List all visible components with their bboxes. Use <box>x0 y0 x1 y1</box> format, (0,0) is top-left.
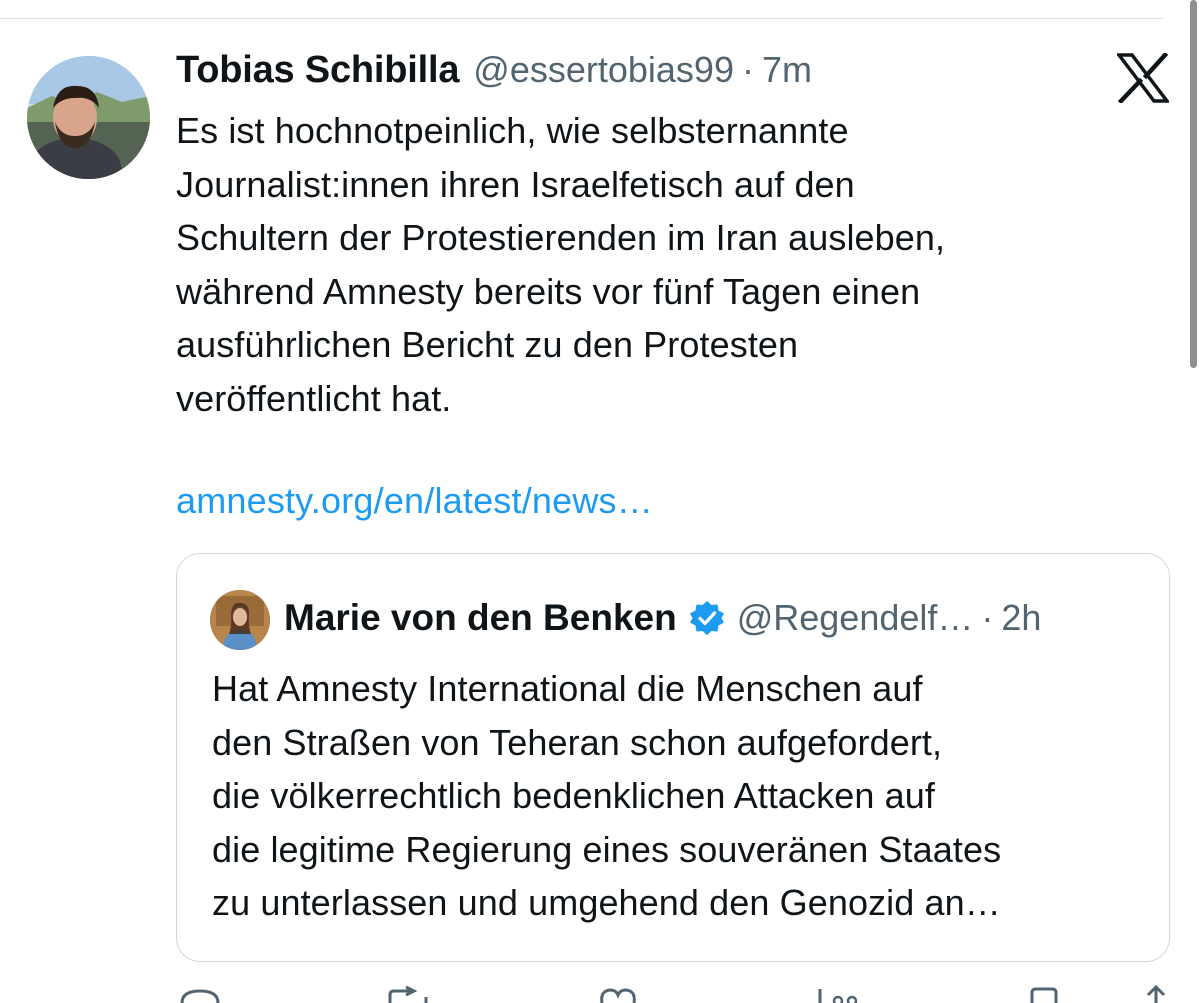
tweet-actions-bar <box>176 985 1176 1003</box>
scrollbar[interactable] <box>1188 0 1200 1003</box>
like-icon[interactable] <box>596 985 640 1003</box>
quoted-tweet-card[interactable]: Marie von den Benken @Regendelf… · 2h Ha… <box>176 553 1170 962</box>
quoted-author-name[interactable]: Marie von den Benken <box>284 597 677 639</box>
views-icon[interactable] <box>812 985 862 1003</box>
tweet-link[interactable]: amnesty.org/en/latest/news… <box>176 480 653 522</box>
tweet-text: Es ist hochnotpeinlich, wie selbsternann… <box>176 110 946 419</box>
reply-icon[interactable] <box>178 985 222 1003</box>
author-avatar-image <box>27 56 150 179</box>
quoted-author-avatar-image <box>210 590 270 650</box>
repost-icon[interactable] <box>384 985 432 1003</box>
bookmark-icon[interactable] <box>1026 985 1062 1003</box>
quoted-tweet-text: Hat Amnesty International die Menschen a… <box>212 668 1002 923</box>
tweet-timestamp[interactable]: 7m <box>762 49 812 91</box>
quoted-tweet-header: Marie von den Benken @Regendelf… · 2h <box>284 592 1041 644</box>
quoted-author-handle[interactable]: @Regendelf… <box>737 597 974 639</box>
author-handle[interactable]: @essertobias99 <box>473 49 734 91</box>
header-separator: · <box>741 49 754 90</box>
share-icon[interactable] <box>1138 985 1174 1003</box>
top-divider <box>0 18 1163 19</box>
quoted-author-avatar[interactable] <box>210 590 270 650</box>
author-name[interactable]: Tobias Schibilla <box>176 49 459 92</box>
verified-badge-icon <box>689 601 724 635</box>
quoted-tweet-timestamp[interactable]: 2h <box>1001 597 1041 639</box>
tweet-header: Tobias Schibilla @essertobias99 · 7m <box>176 49 812 99</box>
scrollbar-thumb[interactable] <box>1190 0 1197 368</box>
x-logo-icon[interactable] <box>1117 53 1169 103</box>
quoted-header-separator: · <box>981 597 994 638</box>
author-avatar[interactable] <box>27 56 150 179</box>
